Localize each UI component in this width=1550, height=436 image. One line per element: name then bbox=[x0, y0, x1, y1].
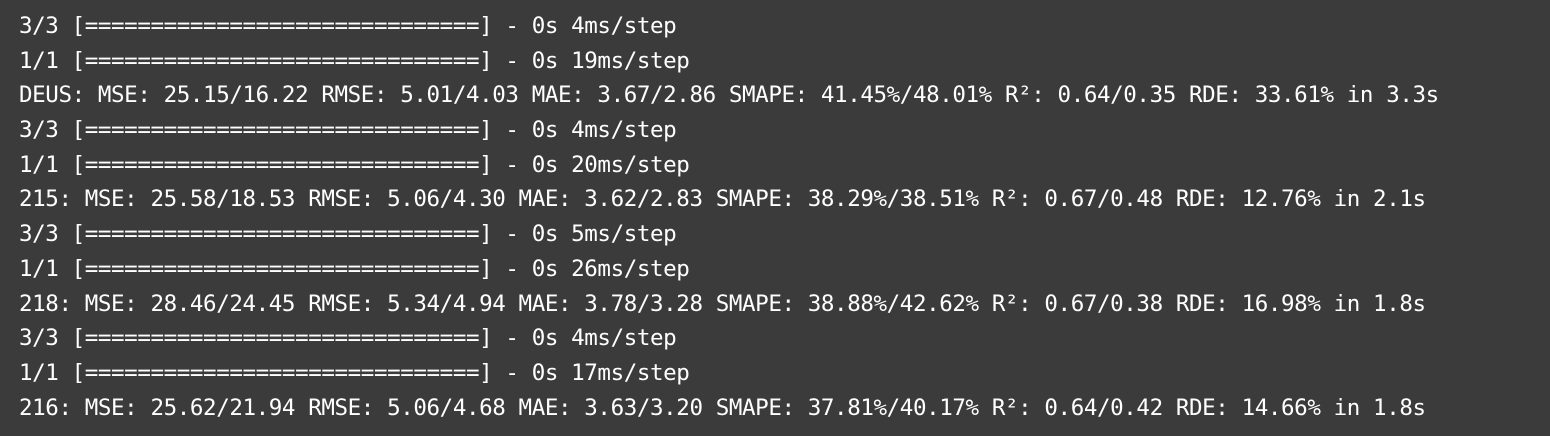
progress-line: 3/3 [==============================] - 0… bbox=[19, 13, 677, 39]
metrics-line: 216: MSE: 25.62/21.94 RMSE: 5.06/4.68 MA… bbox=[19, 394, 1426, 421]
progress-line: 1/1 [==============================] - 0… bbox=[19, 255, 690, 282]
metrics-line: DEUS: MSE: 25.15/16.22 RMSE: 5.01/4.03 M… bbox=[19, 82, 1439, 109]
progress-line: 1/1 [==============================] - 0… bbox=[19, 47, 690, 74]
progress-line: 3/3 [==============================] - 0… bbox=[19, 221, 677, 248]
metrics-line: 215: MSE: 25.58/18.53 RMSE: 5.06/4.30 MA… bbox=[19, 186, 1426, 213]
progress-line: 3/3 [==============================] - 0… bbox=[19, 117, 677, 144]
terminal-output: 3/3 [==============================] - 0… bbox=[0, 0, 1550, 436]
progress-line: 3/3 [==============================] - 0… bbox=[19, 325, 677, 352]
metrics-line: 218: MSE: 28.46/24.45 RMSE: 5.34/4.94 MA… bbox=[19, 290, 1426, 317]
progress-line: 1/1 [==============================] - 0… bbox=[19, 151, 690, 178]
progress-line: 1/1 [==============================] - 0… bbox=[19, 359, 690, 386]
